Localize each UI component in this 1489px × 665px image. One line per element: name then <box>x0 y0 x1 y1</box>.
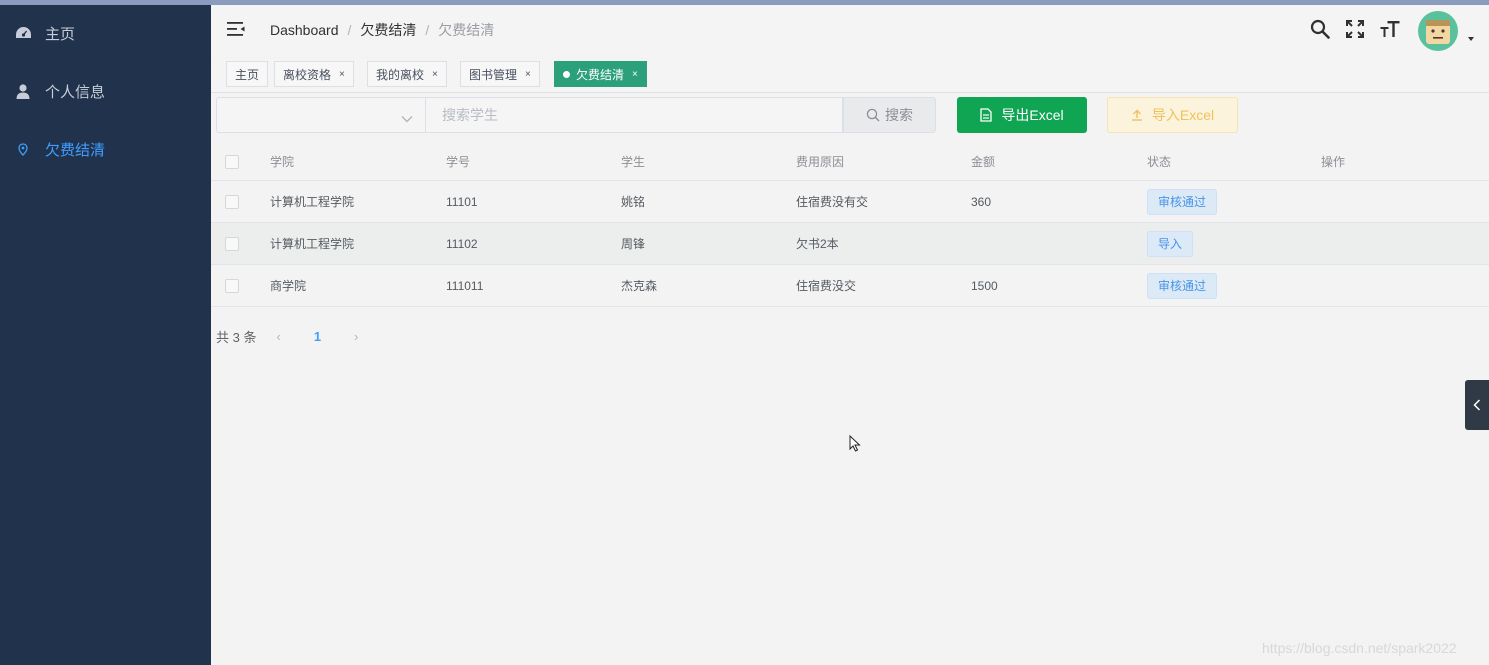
breadcrumb-separator: / <box>425 22 430 38</box>
tab-leave-qualification[interactable]: 离校资格 × <box>274 61 354 87</box>
sidebar-item-label: 个人信息 <box>45 83 106 101</box>
document-icon <box>980 108 993 122</box>
tab-library[interactable]: 图书管理 × <box>460 61 540 87</box>
prev-page-button[interactable]: ‹ <box>276 329 280 344</box>
row-checkbox[interactable] <box>225 237 239 251</box>
mouse-cursor-icon <box>849 434 861 457</box>
next-page-button[interactable]: › <box>354 329 358 344</box>
close-icon[interactable]: × <box>525 69 531 80</box>
breadcrumb-item-dashboard[interactable]: Dashboard <box>270 22 339 38</box>
cell-status: 审核通过 <box>1147 181 1218 222</box>
import-button-label: 导入Excel <box>1151 107 1215 123</box>
cell-college: 计算机工程学院 <box>270 195 355 209</box>
breadcrumb: Dashboard / 欠费结清 / 欠费结清 <box>270 20 494 40</box>
breadcrumb-item-section[interactable]: 欠费结清 <box>360 20 416 40</box>
column-header-actions: 操作 <box>1321 154 1346 169</box>
cell-id: 111011 <box>446 278 484 293</box>
select-all-checkbox[interactable] <box>225 155 239 169</box>
import-excel-button[interactable]: 导入Excel <box>1107 97 1238 133</box>
breadcrumb-item-current: 欠费结清 <box>438 22 495 38</box>
avatar[interactable] <box>1418 11 1458 51</box>
dashboard-icon <box>14 24 32 42</box>
export-button-label: 导出Excel <box>1001 107 1064 123</box>
tab-home[interactable]: 主页 <box>226 61 269 87</box>
close-icon[interactable]: × <box>339 69 345 80</box>
sidebar-item-profile[interactable]: 个人信息 <box>0 63 211 119</box>
cell-reason: 住宿费没有交 <box>796 195 869 209</box>
sidebar: 主页 个人信息 欠费结清 <box>0 5 211 665</box>
search-button-label: 搜索 <box>885 107 913 123</box>
college-select[interactable] <box>216 97 426 133</box>
tab-arrears[interactable]: 欠费结清 × <box>554 61 647 87</box>
search-icon[interactable] <box>1310 19 1330 44</box>
pagination: 共 3 条 ‹ 1 › <box>216 327 358 346</box>
sidebar-item-label: 欠费结清 <box>45 141 106 159</box>
cell-id: 11101 <box>446 194 478 209</box>
tab-my-leave[interactable]: 我的离校 × <box>367 61 447 87</box>
tab-label: 主页 <box>235 67 260 82</box>
tab-label: 欠费结清 <box>576 67 625 82</box>
status-badge: 审核通过 <box>1147 272 1218 299</box>
map-pin-icon <box>14 140 32 158</box>
row-checkbox[interactable] <box>225 195 239 209</box>
hamburger-icon[interactable] <box>227 21 245 37</box>
tab-label: 离校资格 <box>283 67 332 82</box>
export-excel-button[interactable]: 导出Excel <box>957 97 1087 133</box>
caret-down-icon[interactable] <box>1468 37 1474 41</box>
cell-reason: 住宿费没交 <box>796 279 857 293</box>
sidebar-item-label: 主页 <box>45 25 76 43</box>
column-header-status[interactable]: 状态 <box>1147 142 1171 180</box>
cell-student: 姚铭 <box>621 195 646 209</box>
table-header-row: 学院 学号 学生 费用原因 金额 状态 操作 <box>211 142 1489 181</box>
search-input[interactable]: 搜索学生 <box>426 97 843 133</box>
column-header-amount[interactable]: 金额 <box>971 142 995 180</box>
right-panel-toggle-button[interactable] <box>1465 380 1489 430</box>
user-icon <box>14 82 32 100</box>
row-checkbox[interactable] <box>225 279 239 293</box>
chevron-left-icon <box>1473 399 1481 411</box>
status-badge: 审核通过 <box>1147 188 1218 215</box>
tags-bar: 主页 离校资格 × 我的离校 × 图书管理 × 欠费结清 × <box>211 59 1489 93</box>
tab-label: 图书管理 <box>469 67 518 82</box>
search-button[interactable]: 搜索 <box>843 97 936 133</box>
table-row[interactable]: 计算机工程学院 11101 姚铭 住宿费没有交 360 审核通过 <box>211 181 1489 223</box>
watermark: https://blog.csdn.net/spark2022 <box>1262 640 1457 656</box>
cell-id: 11102 <box>446 236 478 251</box>
column-header-id[interactable]: 学号 <box>446 142 470 180</box>
search-icon <box>866 108 880 122</box>
page-number-button[interactable]: 1 <box>314 329 321 344</box>
column-header-college[interactable]: 学院 <box>270 142 294 180</box>
main-area: Dashboard / 欠费结清 / 欠费结清 主页 离校资格 × 我的离校 ×… <box>211 5 1489 665</box>
sidebar-item-arrears[interactable]: 欠费结清 <box>0 121 211 177</box>
breadcrumb-separator: / <box>347 22 352 38</box>
cell-college: 计算机工程学院 <box>270 237 355 251</box>
pagination-total: 共 3 条 <box>216 330 257 345</box>
status-badge: 导入 <box>1147 230 1194 257</box>
chevron-down-icon <box>401 110 413 128</box>
arrears-table: 学院 学号 学生 费用原因 金额 状态 操作 计算机工程学院 11101 姚铭 … <box>211 142 1489 307</box>
cell-college: 商学院 <box>270 279 307 293</box>
column-header-student[interactable]: 学生 <box>621 142 645 180</box>
close-icon[interactable]: × <box>432 69 438 80</box>
search-placeholder: 搜索学生 <box>442 107 498 123</box>
column-header-reason[interactable]: 费用原因 <box>796 142 844 180</box>
fullscreen-icon[interactable] <box>1345 19 1365 44</box>
cell-amount: 360 <box>971 194 992 209</box>
cell-student: 周锋 <box>621 237 646 251</box>
cell-student: 杰克森 <box>621 279 658 293</box>
font-size-icon[interactable] <box>1380 19 1400 44</box>
cell-amount: 1500 <box>971 278 998 293</box>
tab-label: 我的离校 <box>376 67 425 82</box>
table-row[interactable]: 商学院 111011 杰克森 住宿费没交 1500 审核通过 <box>211 265 1489 307</box>
navbar: Dashboard / 欠费结清 / 欠费结清 <box>211 5 1489 57</box>
cell-status: 导入 <box>1147 223 1194 264</box>
cell-reason: 欠书2本 <box>796 237 839 251</box>
sidebar-item-home[interactable]: 主页 <box>0 5 211 61</box>
table-row[interactable]: 计算机工程学院 11102 周锋 欠书2本 导入 <box>211 223 1489 265</box>
close-icon[interactable]: × <box>632 69 638 80</box>
cell-status: 审核通过 <box>1147 265 1218 306</box>
active-dot-icon <box>563 70 570 78</box>
upload-icon <box>1131 109 1142 121</box>
